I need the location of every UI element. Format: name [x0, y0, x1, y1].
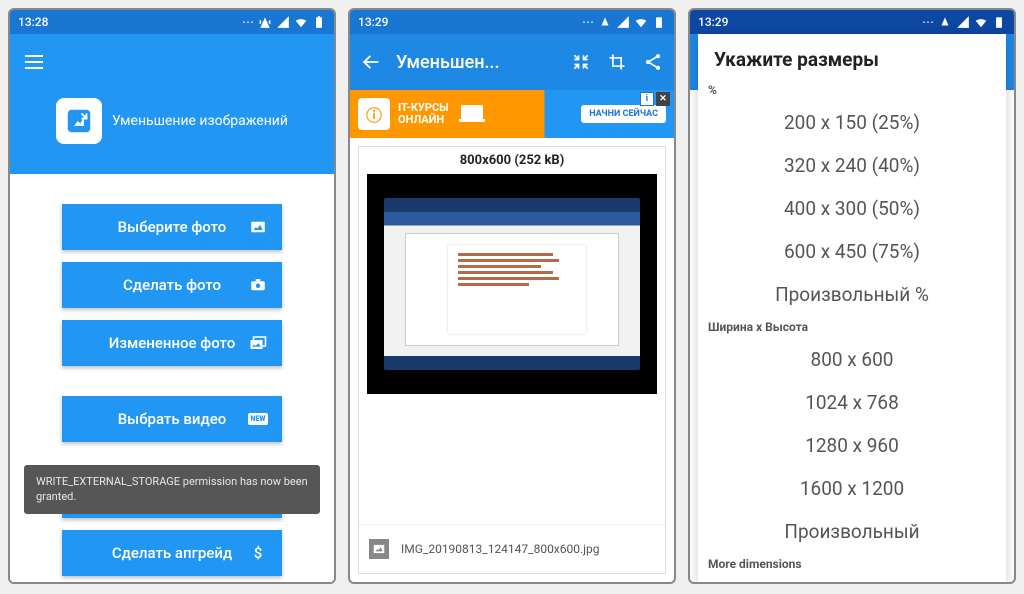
status-time: 13:28 [18, 15, 48, 29]
select-photo-button[interactable]: Выберите фото [62, 204, 282, 250]
status-bar: 13:28 ⋯ [10, 10, 334, 34]
hero-banner: Уменьшение изображений [10, 90, 334, 174]
signal-icon [956, 15, 970, 29]
image-preview[interactable] [367, 174, 657, 394]
size-option[interactable]: 1024 x 768 [698, 381, 1006, 424]
wifi-icon [294, 15, 308, 29]
app-bar: Уменьшен... [350, 34, 674, 90]
ad-logo-icon: ⓘ [358, 98, 390, 130]
battery-icon [652, 15, 666, 29]
crop-rotate-icon[interactable] [606, 51, 628, 73]
size-option[interactable]: 1280 x 960 [698, 424, 1006, 467]
app-bar [10, 34, 334, 90]
phone-screen-1: 13:28 ⋯ Уменьшение изображений Выберите … [8, 8, 336, 584]
size-option[interactable]: 800 x 600 [698, 338, 1006, 381]
desktop-screenshot [384, 198, 639, 370]
ad-info-icon[interactable]: i [640, 92, 654, 106]
more-icon: ⋯ [582, 15, 594, 29]
section-percent: % [698, 79, 1006, 101]
gallery-icon [248, 334, 268, 352]
upgrade-button[interactable]: Сделать апгрейд $ [62, 530, 282, 576]
file-row[interactable]: IMG_20190813_124147_800x600.jpg [359, 524, 665, 573]
signal-icon [616, 15, 630, 29]
size-option[interactable]: Произвольный % [698, 273, 1006, 316]
button-column: Выберите фото Сделать фото Измененное фо… [10, 174, 334, 582]
status-icons: ⋯ [922, 15, 1006, 29]
select-video-button[interactable]: Выбрать видео NEW [62, 396, 282, 442]
status-time: 13:29 [698, 15, 728, 29]
status-bar: 13:29 ⋯ [690, 10, 1014, 34]
file-image-icon [369, 539, 389, 559]
collapse-icon[interactable] [570, 51, 592, 73]
size-option[interactable]: 200 x 150 (25%) [698, 101, 1006, 144]
phone-screen-2: 13:29 ⋯ Уменьшен... ⓘ IT-КУРСЫ ОНЛАЙН НА… [348, 8, 676, 584]
more-icon: ⋯ [242, 15, 254, 29]
toast-message: WRITE_EXTERNAL_STORAGE permission has no… [24, 465, 320, 514]
dollar-icon: $ [248, 544, 268, 562]
back-icon[interactable] [360, 51, 382, 73]
battery-icon [312, 15, 326, 29]
size-option[interactable]: Произвольный [698, 510, 1006, 553]
more-icon: ⋯ [922, 15, 934, 29]
menu-icon[interactable] [22, 50, 46, 74]
dialog-options: % 200 x 150 (25%) 320 x 240 (40%) 400 x … [698, 79, 1006, 582]
new-badge-icon: NEW [248, 413, 268, 425]
size-option[interactable]: 600 x 450 (75%) [698, 230, 1006, 273]
wifi-icon [634, 15, 648, 29]
image-icon [248, 218, 268, 236]
image-card: 800x600 (252 kB) IMG_20190813_124147_800… [358, 146, 666, 574]
phone-screen-3: 13:29 ⋯ ✕ Укажите размеры % 200 x 150 (2… [688, 8, 1016, 584]
share-icon[interactable] [642, 51, 664, 73]
status-icons: ⋯ [582, 15, 666, 29]
image-caption: 800x600 (252 kB) [359, 147, 665, 174]
ad-laptop-icon [457, 102, 487, 126]
ad-cta-button[interactable]: НАЧНИ СЕЙЧАС [581, 105, 666, 123]
size-dialog: Укажите размеры % 200 x 150 (25%) 320 x … [698, 34, 1006, 582]
size-option[interactable]: 1600 x 1200 [698, 467, 1006, 510]
dialog-title: Укажите размеры [698, 34, 1006, 79]
size-option[interactable]: 400 x 300 (50%) [698, 187, 1006, 230]
status-time: 13:29 [358, 15, 388, 29]
ad-banner[interactable]: ⓘ IT-КУРСЫ ОНЛАЙН НАЧНИ СЕЙЧАС i ✕ [350, 90, 674, 138]
vibrate-icon [258, 15, 272, 29]
section-wh: Ширина x Высота [698, 316, 1006, 338]
camera-icon [248, 276, 268, 294]
take-photo-button[interactable]: Сделать фото [62, 262, 282, 308]
signal-icon [276, 15, 290, 29]
size-option[interactable]: 320 x 240 (40%) [698, 144, 1006, 187]
ad-close-icon[interactable]: ✕ [656, 92, 670, 106]
vibrate-icon [938, 15, 952, 29]
app-logo-icon [56, 98, 102, 144]
app-title: Уменьшение изображений [112, 113, 288, 129]
status-bar: 13:29 ⋯ [350, 10, 674, 34]
appbar-title: Уменьшен... [396, 52, 556, 73]
ad-text: IT-КУРСЫ ОНЛАЙН [398, 102, 449, 126]
status-icons: ⋯ [242, 15, 326, 29]
section-more: More dimensions [698, 553, 1006, 575]
vibrate-icon [598, 15, 612, 29]
modified-photo-button[interactable]: Измененное фото [62, 320, 282, 366]
document-window [405, 233, 619, 346]
wifi-icon [974, 15, 988, 29]
file-name: IMG_20190813_124147_800x600.jpg [401, 542, 600, 556]
battery-icon [992, 15, 1006, 29]
